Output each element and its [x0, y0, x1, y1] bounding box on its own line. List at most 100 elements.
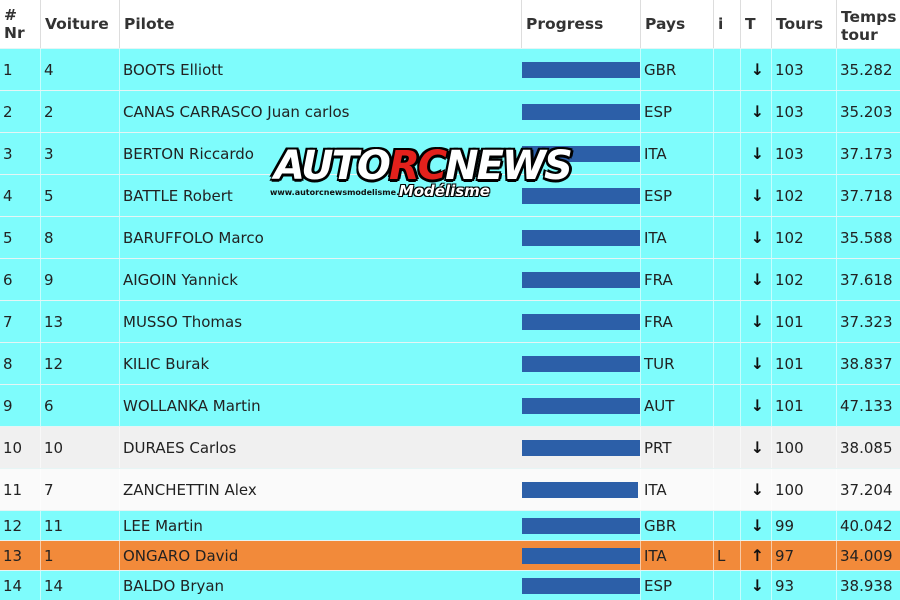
cell-car: 8 — [40, 217, 119, 258]
table-row[interactable]: 7 13 MUSSO Thomas FRA 101 37.323 ↓ — [0, 300, 900, 342]
progress-bar — [522, 518, 640, 534]
cell-trend: ↓ — [740, 571, 771, 600]
col-header-position[interactable]: # Nr — [0, 0, 40, 48]
arrow-down-icon: ↓ — [750, 186, 765, 205]
cell-car: 12 — [40, 343, 119, 384]
table-row[interactable]: 10 10 DURAES Carlos PRT 100 38.085 ↓ — [0, 426, 900, 468]
cell-car: 14 — [40, 571, 119, 600]
cell-trend: ↓ — [740, 175, 771, 216]
cell-laps: 103 — [771, 49, 836, 90]
table-row[interactable]: 9 6 WOLLANKA Martin AUT 101 47.133 ↓ — [0, 384, 900, 426]
cell-position: 13 — [3, 546, 23, 565]
cell-position: 10 — [3, 438, 23, 457]
cell-position: 12 — [3, 516, 23, 535]
cell-info — [713, 49, 740, 90]
logo-modelisme: Modélisme — [398, 182, 490, 200]
col-header-driver[interactable]: Pilote — [119, 0, 521, 48]
cell-trend: ↓ — [740, 49, 771, 90]
progress-bar — [522, 482, 638, 498]
cell-driver: BOOTS Elliott — [119, 49, 521, 90]
arrow-down-icon: ↓ — [750, 228, 765, 247]
table-row[interactable]: 13 1 ONGARO David ITA L 97 34.009 ↑ — [0, 540, 900, 570]
cell-country: ITA — [640, 133, 713, 174]
cell-driver: BARUFFOLO Marco — [119, 217, 521, 258]
cell-country: FRA — [640, 259, 713, 300]
col-header-trend[interactable]: T — [740, 0, 771, 48]
cell-laps: 100 — [771, 427, 836, 468]
cell-driver: DURAES Carlos — [119, 427, 521, 468]
cell-country: TUR — [640, 343, 713, 384]
arrow-down-icon: ↓ — [750, 270, 765, 289]
cell-driver: BALDO Bryan — [119, 571, 521, 600]
table-row[interactable]: 6 9 AIGOIN Yannick FRA 102 37.618 ↓ — [0, 258, 900, 300]
cell-country: AUT — [640, 385, 713, 426]
cell-driver: ZANCHETTIN Alex — [119, 469, 521, 510]
col-header-info[interactable]: i — [713, 0, 740, 48]
cell-info — [713, 175, 740, 216]
cell-country: GBR — [640, 49, 713, 90]
cell-country: ESP — [640, 175, 713, 216]
table-row[interactable]: 1 4 BOOTS Elliott GBR 103 35.282 ↓ — [0, 48, 900, 90]
cell-trend: ↓ — [740, 91, 771, 132]
cell-info — [713, 571, 740, 600]
cell-position: 6 — [3, 270, 13, 289]
cell-trend: ↓ — [740, 259, 771, 300]
col-header-progress[interactable]: Progress — [521, 0, 640, 48]
cell-position: 8 — [3, 354, 13, 373]
arrow-down-icon: ↓ — [750, 354, 765, 373]
table-row[interactable]: 14 14 BALDO Bryan ESP 93 38.938 ↓ — [0, 570, 900, 600]
cell-info — [713, 343, 740, 384]
cell-trend: ↓ — [740, 343, 771, 384]
cell-laps: 103 — [771, 91, 836, 132]
progress-bar — [522, 272, 640, 288]
cell-laps: 102 — [771, 217, 836, 258]
cell-laps: 101 — [771, 343, 836, 384]
cell-lap-time: 34.009 — [836, 541, 900, 570]
table-row[interactable]: 5 8 BARUFFOLO Marco ITA 102 35.588 ↓ — [0, 216, 900, 258]
arrow-down-icon: ↓ — [750, 60, 765, 79]
cell-position: 1 — [3, 60, 13, 79]
table-row[interactable]: 8 12 KILIC Burak TUR 101 38.837 ↓ — [0, 342, 900, 384]
cell-laps: 100 — [771, 469, 836, 510]
cell-laps: 103 — [771, 133, 836, 174]
cell-position: 9 — [3, 396, 13, 415]
cell-trend: ↓ — [740, 301, 771, 342]
cell-position: 11 — [3, 480, 23, 499]
cell-laps: 101 — [771, 385, 836, 426]
cell-info — [713, 91, 740, 132]
arrow-down-icon: ↓ — [750, 102, 765, 121]
cell-trend: ↓ — [740, 133, 771, 174]
cell-trend: ↓ — [740, 511, 771, 540]
progress-bar — [522, 104, 640, 120]
progress-bar — [522, 440, 640, 456]
cell-position: 7 — [3, 312, 13, 331]
cell-car: 4 — [40, 49, 119, 90]
cell-country: ITA — [640, 541, 713, 570]
col-header-car[interactable]: Voiture — [40, 0, 119, 48]
cell-lap-time: 35.203 — [836, 91, 900, 132]
table-row[interactable]: 2 2 CANAS CARRASCO Juan carlos ESP 103 35.203… — [0, 90, 900, 132]
cell-car: 13 — [40, 301, 119, 342]
cell-car: 9 — [40, 259, 119, 300]
col-header-lap-time[interactable]: Temps a tour — [836, 0, 900, 48]
cell-info — [713, 133, 740, 174]
cell-info: L — [713, 541, 740, 570]
table-header: # Nr Voiture Pilote Progress Pays i T To… — [0, 0, 900, 48]
cell-country: GBR — [640, 511, 713, 540]
table-row[interactable]: 11 7 ZANCHETTIN Alex ITA 100 37.204 ↓ — [0, 468, 900, 510]
cell-lap-time: 38.085 — [836, 427, 900, 468]
progress-bar — [522, 548, 640, 564]
progress-bar — [522, 314, 640, 330]
col-header-country[interactable]: Pays — [640, 0, 713, 48]
cell-lap-time: 37.204 — [836, 469, 900, 510]
arrow-down-icon: ↓ — [750, 516, 765, 535]
cell-position: 2 — [3, 102, 13, 121]
col-header-laps[interactable]: Tours — [771, 0, 836, 48]
table-row[interactable]: 12 11 LEE Martin GBR 99 40.042 ↓ — [0, 510, 900, 540]
cell-info — [713, 511, 740, 540]
logo-url: www.autorcnewsmodelisme.fr — [270, 188, 407, 197]
cell-lap-time: 37.323 — [836, 301, 900, 342]
cell-country: ITA — [640, 217, 713, 258]
arrow-down-icon: ↓ — [750, 144, 765, 163]
cell-info — [713, 469, 740, 510]
